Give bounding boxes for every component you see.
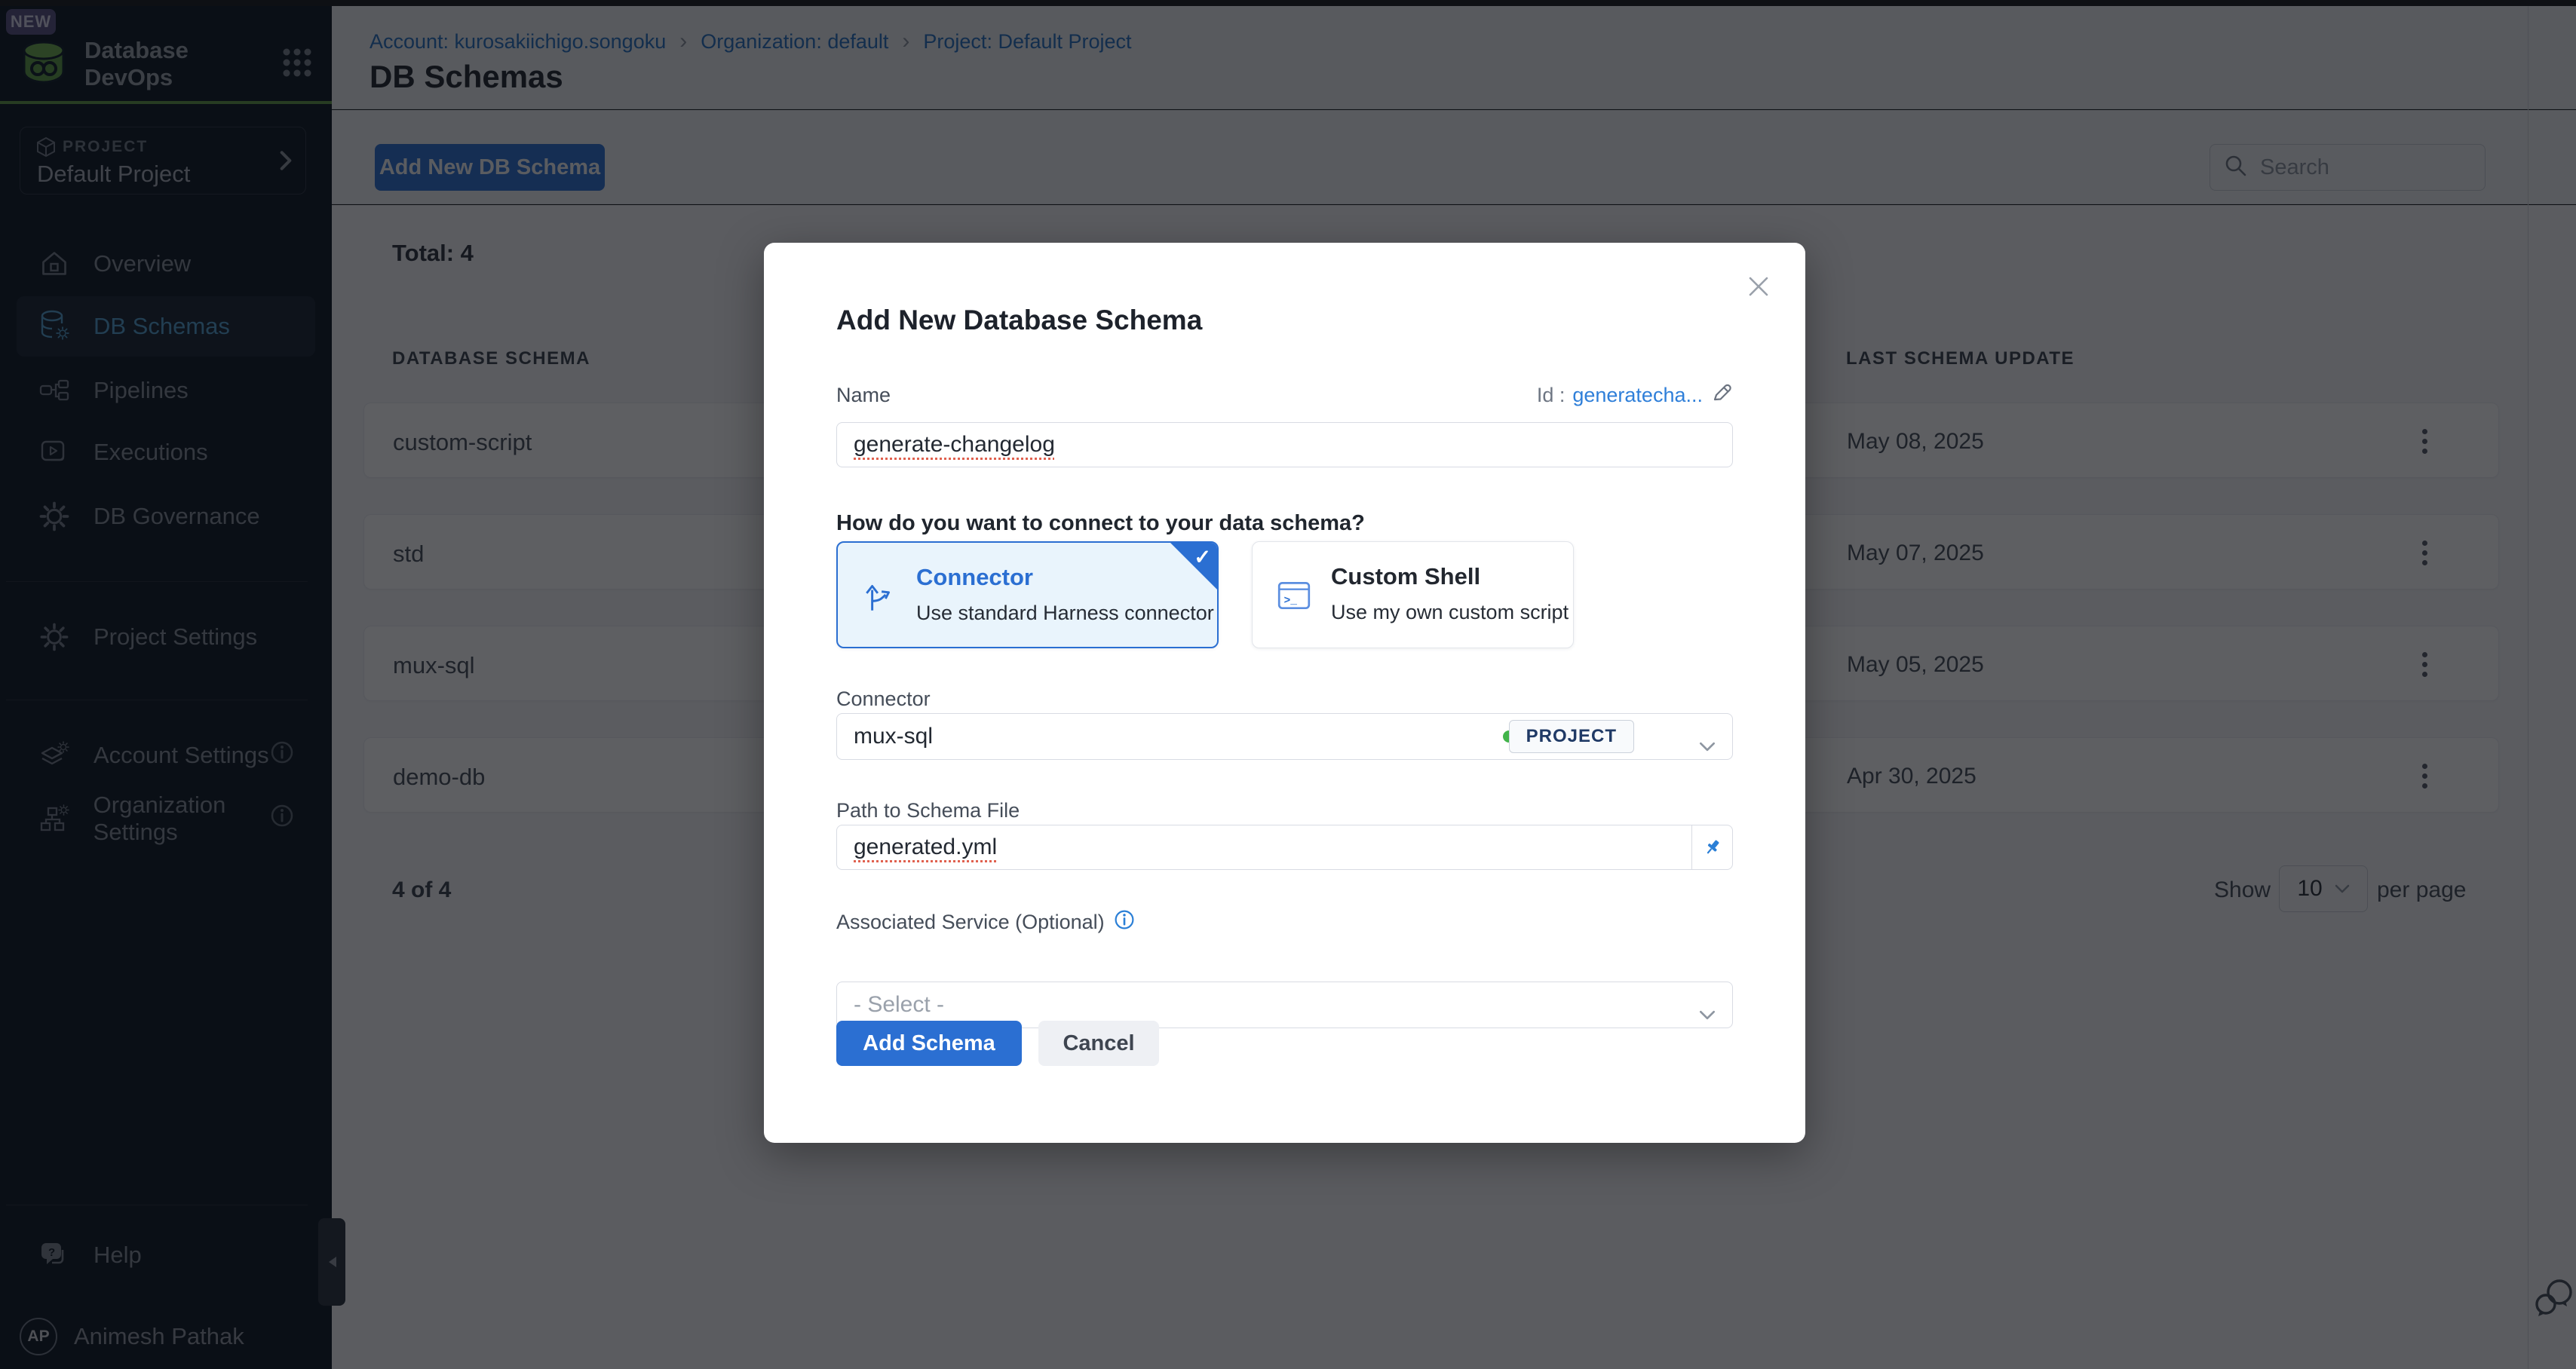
check-icon: ✓ bbox=[1194, 546, 1211, 569]
option-desc: Use my own custom script bbox=[1331, 601, 1569, 624]
name-input-value: generate-changelog bbox=[854, 432, 1055, 458]
id-value-link[interactable]: generatecha... bbox=[1572, 384, 1703, 407]
path-label: Path to Schema File bbox=[836, 799, 1733, 822]
service-placeholder: - Select - bbox=[854, 992, 944, 1018]
connector-select[interactable]: mux-sql PROJECT bbox=[836, 713, 1733, 760]
info-icon[interactable] bbox=[1114, 909, 1135, 936]
modal-actions: Add Schema Cancel bbox=[836, 1021, 1733, 1066]
option-title: Connector bbox=[916, 564, 1033, 591]
add-schema-button[interactable]: Add Schema bbox=[836, 1021, 1022, 1066]
app-root: NEW Database DevOps bbox=[0, 0, 2576, 1369]
connector-label: Connector bbox=[836, 688, 1733, 711]
name-label: Name bbox=[836, 384, 891, 407]
connect-question: How do you want to connect to your data … bbox=[836, 511, 1733, 536]
scope-badge: PROJECT bbox=[1509, 720, 1634, 753]
modal-title: Add New Database Schema bbox=[836, 305, 1202, 336]
schema-id-group: Id : generatecha... bbox=[1537, 381, 1733, 409]
name-input[interactable]: generate-changelog bbox=[836, 422, 1733, 467]
service-label-row: Associated Service (Optional) bbox=[836, 909, 1733, 936]
option-title: Custom Shell bbox=[1331, 563, 1480, 590]
option-desc: Use standard Harness connector bbox=[916, 602, 1214, 625]
option-card-custom-shell[interactable]: >_ Custom Shell Use my own custom script bbox=[1252, 541, 1574, 648]
service-label: Associated Service (Optional) bbox=[836, 911, 1105, 934]
name-field-header: Name Id : generatecha... bbox=[836, 381, 1733, 409]
svg-text:>_: >_ bbox=[1283, 595, 1297, 607]
cancel-button[interactable]: Cancel bbox=[1038, 1021, 1159, 1066]
id-prefix: Id : bbox=[1537, 384, 1566, 407]
add-schema-modal: Add New Database Schema Name Id : genera… bbox=[764, 243, 1805, 1143]
pin-button[interactable] bbox=[1691, 825, 1732, 869]
connector-value: mux-sql bbox=[854, 724, 933, 749]
path-input[interactable]: generated.yml bbox=[836, 825, 1733, 870]
option-card-connector[interactable]: Connector Use standard Harness connector… bbox=[836, 541, 1219, 648]
connector-fork-icon bbox=[860, 577, 898, 619]
chevron-down-icon bbox=[1699, 732, 1716, 758]
path-input-value: generated.yml bbox=[854, 835, 997, 860]
terminal-icon: >_ bbox=[1275, 577, 1313, 618]
close-icon[interactable] bbox=[1742, 270, 1775, 303]
edit-pencil-icon[interactable] bbox=[1710, 381, 1733, 409]
connect-options: Connector Use standard Harness connector… bbox=[836, 541, 1733, 651]
